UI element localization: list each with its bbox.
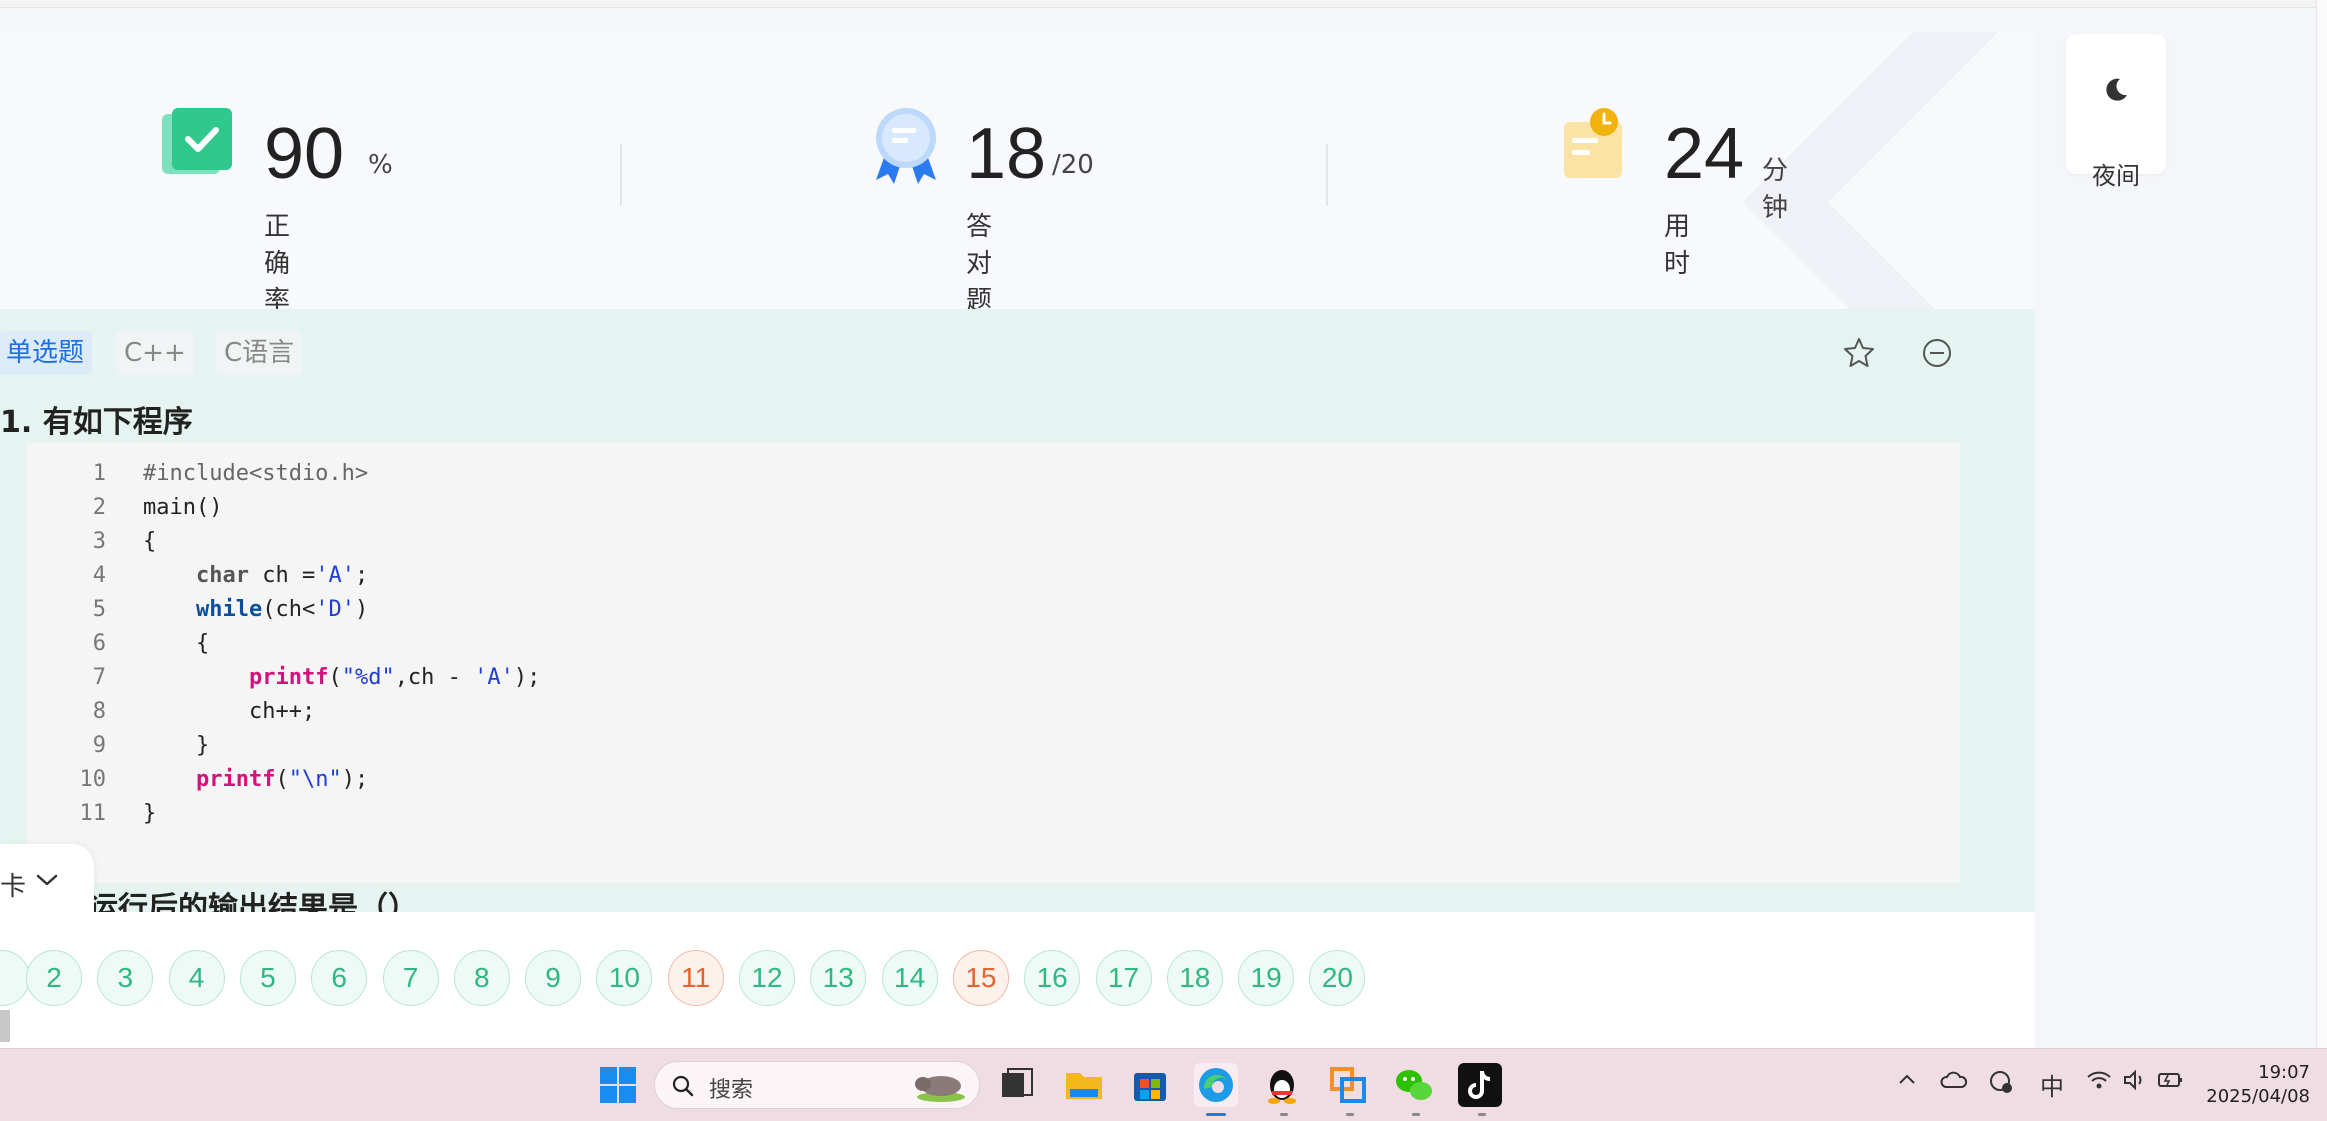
browser-top-edge (0, 0, 2327, 8)
tiktok-icon[interactable] (1458, 1063, 1502, 1107)
question-number-button[interactable]: 19 (1238, 950, 1295, 1006)
system-clock[interactable]: 19:07 2025/04/08 (2200, 1061, 2310, 1109)
question-number-button[interactable]: 11 (667, 950, 724, 1006)
volume-icon[interactable] (2122, 1069, 2148, 1091)
correct-count-value: 18 (966, 114, 1047, 194)
favorite-star-icon[interactable] (1841, 335, 1877, 371)
code-block: 1 #include<stdio.h> 2 main() 3{ 4 char ch … (26, 443, 1960, 883)
result-stats-panel: 90 % 正确率 18 /20 答对题目数 24 分钟 用时 (0, 32, 2035, 309)
time-used-value: 24 (1664, 114, 1745, 194)
tag-c-language: C语言 (216, 331, 303, 375)
question-number-button[interactable]: 3 (97, 950, 154, 1006)
running-indicator (1478, 1113, 1486, 1116)
running-indicator (1280, 1113, 1288, 1116)
question-area: 单选题 C++ C语言 1. 有如下程序 1 #include<stdio.h> … (0, 309, 2035, 912)
search-highlight-image (915, 1076, 965, 1102)
stats-divider (1326, 144, 1328, 206)
question-number-button[interactable]: 14 (881, 950, 938, 1006)
wifi-icon[interactable] (2086, 1069, 2112, 1091)
night-mode-button[interactable]: 夜间 (2066, 34, 2166, 190)
question-number-button[interactable]: 12 (739, 950, 795, 1006)
question-number-button[interactable]: 10 (596, 950, 653, 1006)
question-number-button[interactable]: 17 (1095, 950, 1152, 1006)
question-number-strip: 2 3 4 5 6 7 8 9 10 11 12 13 14 15 16 17 18 19 20 (0, 912, 2035, 1048)
qq-icon[interactable] (1260, 1063, 1304, 1107)
question-subtext: 运行后的输出结果是（） (88, 891, 418, 912)
chevron-up-icon[interactable] (1896, 1069, 1918, 1091)
remove-minus-icon[interactable] (1919, 335, 1955, 371)
question-number-button[interactable]: 9 (525, 950, 582, 1006)
correct-count-unit: /20 (1052, 150, 1094, 180)
question-number-button[interactable]: 20 (1309, 950, 1366, 1006)
answer-card-label: 卡 (0, 872, 27, 902)
correct-count-label: 答对题目数 (966, 212, 993, 309)
question-title: 1. 有如下程序 (0, 405, 193, 440)
answer-card-toggle[interactable]: 卡 (0, 844, 94, 914)
time-used-unit: 分钟 (1762, 156, 1789, 223)
running-indicator (1412, 1113, 1420, 1116)
microsoft-store-icon[interactable] (1128, 1063, 1172, 1107)
ime-indicator[interactable]: 中 (2040, 1067, 2064, 1102)
wechat-icon[interactable] (1392, 1063, 1436, 1107)
question-number-button[interactable]: 16 (1024, 950, 1081, 1006)
moon-icon (2106, 78, 2127, 101)
question-number-button[interactable]: 7 (382, 950, 439, 1006)
check-card-icon (162, 108, 232, 174)
onedrive-cloud-icon[interactable] (1940, 1069, 1968, 1091)
question-number-button[interactable]: 18 (1166, 950, 1223, 1006)
question-number-button[interactable]: 6 (311, 950, 368, 1006)
vmware-icon[interactable] (1326, 1063, 1370, 1107)
battery-icon[interactable] (2156, 1069, 2184, 1091)
accuracy-value: 90 (264, 114, 345, 194)
question-number-button[interactable]: 8 (453, 950, 510, 1006)
taskbar-search-box[interactable]: 搜索 (654, 1061, 980, 1109)
vertical-scrollbar[interactable] (2316, 0, 2327, 1048)
tag-cpp: C++ (116, 331, 194, 375)
question-number-button[interactable]: 13 (810, 950, 867, 1006)
award-ribbon-icon (876, 108, 936, 184)
clock-time: 19:07 (2258, 1062, 2310, 1083)
windows-taskbar: 搜索 中 19:07 2025/04/08 (0, 1048, 2327, 1121)
question-number-button[interactable]: 2 (26, 950, 82, 1006)
search-placeholder: 搜索 (709, 1078, 754, 1103)
running-indicator (1346, 1113, 1354, 1116)
edge-browser-icon[interactable] (1194, 1063, 1238, 1107)
chevron-down-icon (36, 874, 58, 886)
horizontal-scrollbar-thumb[interactable] (0, 1010, 10, 1042)
question-number-button[interactable]: 15 (952, 950, 1009, 1006)
search-icon (672, 1075, 694, 1097)
clock-document-icon (1564, 108, 1622, 178)
copilot-status-icon[interactable] (1988, 1069, 2014, 1095)
clock-date: 2025/04/08 (2206, 1086, 2310, 1107)
active-app-indicator (1206, 1113, 1226, 1116)
tag-single-choice: 单选题 (0, 331, 93, 375)
task-view-icon[interactable] (994, 1063, 1038, 1107)
file-explorer-icon[interactable] (1062, 1063, 1106, 1107)
accuracy-unit: % (368, 150, 393, 180)
night-mode-label: 夜间 (2092, 162, 2140, 190)
question-number-button[interactable]: 5 (239, 950, 296, 1006)
stats-divider (620, 144, 622, 206)
time-used-label: 用时 (1664, 212, 1691, 279)
windows-start-icon[interactable] (596, 1063, 640, 1107)
question-number-button[interactable]: 4 (168, 950, 225, 1006)
accuracy-label: 正确率 (264, 212, 291, 309)
